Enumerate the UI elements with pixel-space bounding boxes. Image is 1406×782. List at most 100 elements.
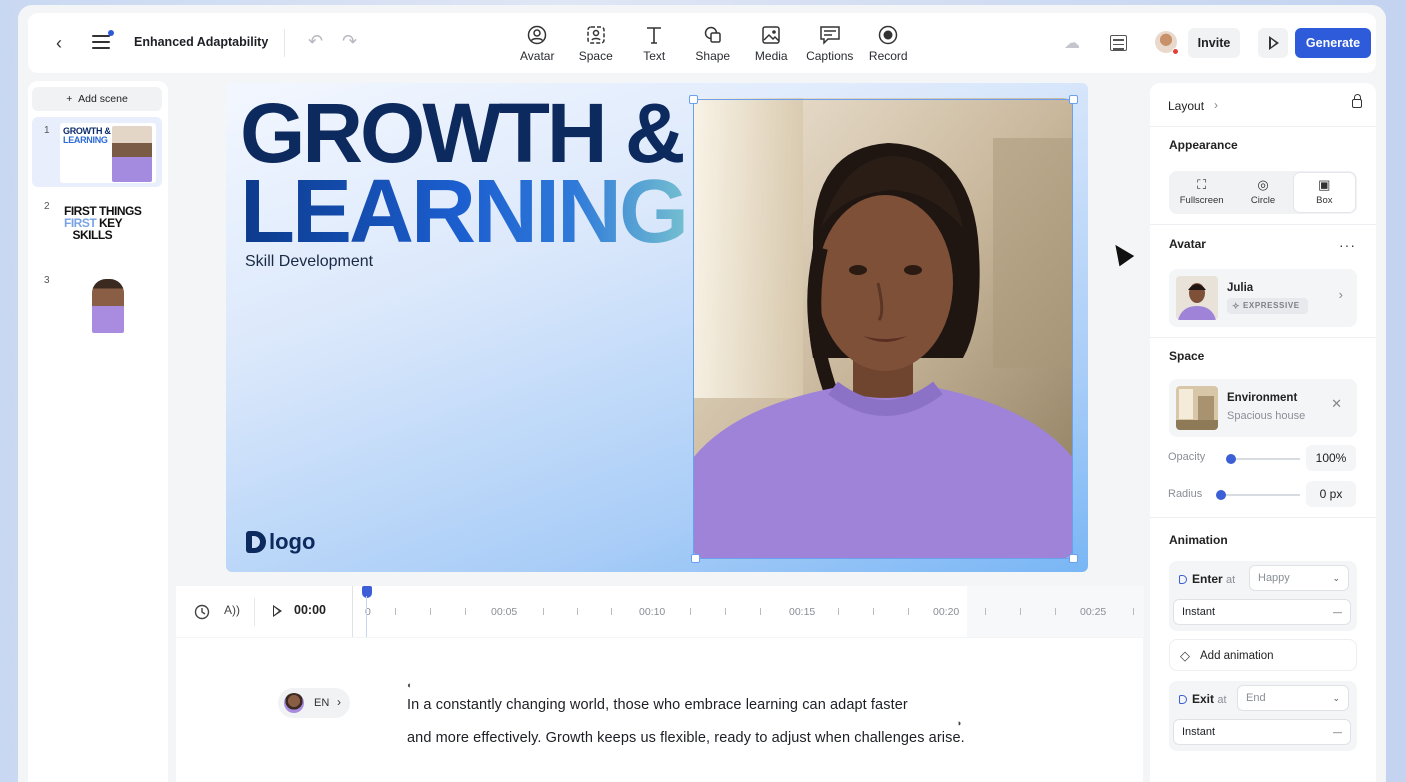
timeline-track[interactable]: 0 00:05 00:10 00:15 00:20 00:25 bbox=[352, 586, 1144, 637]
tick bbox=[873, 608, 874, 615]
radius-slider[interactable] bbox=[1216, 490, 1300, 500]
scene-number: 2 bbox=[44, 201, 50, 212]
project-title[interactable]: Enhanced Adaptability bbox=[134, 35, 268, 49]
play-icon[interactable] bbox=[273, 605, 282, 617]
invite-button[interactable]: Invite bbox=[1188, 28, 1240, 58]
thumb-avatar bbox=[112, 126, 152, 182]
tool-label: Avatar bbox=[520, 49, 555, 63]
redo-icon[interactable]: ↷ bbox=[342, 31, 357, 52]
tool-media[interactable]: Media bbox=[742, 23, 801, 63]
segment-start-icon[interactable]: ◐ bbox=[407, 680, 412, 690]
fullscreen-icon: ⛶ bbox=[1197, 177, 1207, 192]
canvas-title-line2[interactable]: LEARNING bbox=[240, 167, 689, 257]
script-line[interactable]: and more effectively. Growth keeps us fl… bbox=[407, 730, 965, 746]
speaker-selector[interactable]: EN › bbox=[278, 688, 350, 718]
exit-label: Exit at bbox=[1179, 692, 1227, 706]
avatar-icon bbox=[508, 23, 567, 47]
tool-space[interactable]: Space bbox=[567, 23, 626, 63]
environment-card[interactable]: Environment Spacious house ✕ bbox=[1169, 379, 1357, 437]
tool-avatar[interactable]: Avatar bbox=[508, 23, 567, 63]
add-animation-button[interactable]: Add animation bbox=[1169, 639, 1357, 672]
close-icon[interactable]: ✕ bbox=[1331, 396, 1342, 412]
scene-thumbnail bbox=[60, 273, 156, 333]
resize-handle[interactable] bbox=[689, 95, 698, 104]
add-scene-button[interactable]: + Add scene bbox=[32, 87, 162, 111]
appearance-box-option[interactable]: ▣ Box bbox=[1293, 173, 1355, 212]
exit-style-select[interactable]: Instant — bbox=[1173, 719, 1351, 745]
appearance-fullscreen-option[interactable]: ⛶ Fullscreen bbox=[1171, 173, 1232, 212]
scene-thumbnail: GROWTH & LEARNING bbox=[60, 123, 156, 183]
user-avatar[interactable] bbox=[1155, 31, 1179, 55]
slider-knob[interactable] bbox=[1226, 454, 1236, 464]
undo-icon[interactable]: ↶ bbox=[308, 31, 323, 52]
scene-item[interactable]: 1 GROWTH & LEARNING bbox=[32, 117, 162, 187]
exit-animation-box: Exit at End ⌄ Instant — bbox=[1169, 681, 1357, 751]
more-options-icon[interactable]: ··· bbox=[1339, 237, 1356, 253]
tick bbox=[395, 608, 396, 615]
tick bbox=[577, 608, 578, 615]
minus-icon: — bbox=[1333, 727, 1342, 737]
clock-icon[interactable] bbox=[194, 604, 210, 620]
hamburger-menu-icon[interactable] bbox=[92, 30, 114, 49]
opacity-label: Opacity bbox=[1168, 451, 1206, 463]
playhead[interactable] bbox=[362, 586, 372, 598]
tick bbox=[465, 608, 466, 615]
avatar-image bbox=[693, 98, 1073, 558]
scene-item[interactable]: 2 FIRST THINGS FIRST KEY SKILLS bbox=[32, 193, 162, 263]
generate-button[interactable]: Generate bbox=[1295, 28, 1371, 58]
avatar-name: Julia bbox=[1227, 282, 1254, 294]
tick-label: 00:25 bbox=[1080, 606, 1107, 618]
canvas-logo[interactable]: logo bbox=[246, 529, 315, 555]
tool-label: Media bbox=[754, 49, 788, 63]
scene-item[interactable]: 3 bbox=[32, 267, 162, 337]
insert-tools: Avatar Space Text Shape Media Captions R… bbox=[508, 23, 918, 63]
shape-icon bbox=[684, 23, 743, 47]
opacity-slider[interactable] bbox=[1226, 454, 1300, 464]
space-section-title: Space bbox=[1169, 349, 1205, 363]
avatar-card[interactable]: Julia EXPRESSIVE › bbox=[1169, 269, 1357, 327]
tool-shape[interactable]: Shape bbox=[684, 23, 743, 63]
script-editor[interactable]: EN › ◐ In a constantly changing world, t… bbox=[176, 638, 1143, 782]
tool-label: Shape bbox=[695, 49, 731, 63]
toolbar-divider bbox=[284, 29, 285, 57]
avatar-video[interactable] bbox=[693, 98, 1073, 558]
notes-icon[interactable] bbox=[1110, 35, 1127, 51]
tool-label: Record bbox=[868, 49, 908, 63]
chevron-right-icon: › bbox=[1338, 287, 1343, 302]
segment-end-icon[interactable]: ◑ bbox=[956, 718, 961, 728]
chevron-left-icon[interactable]: ‹ bbox=[56, 33, 62, 54]
add-scene-label: Add scene bbox=[78, 93, 128, 105]
exit-at-select[interactable]: End ⌄ bbox=[1237, 685, 1349, 711]
tool-captions[interactable]: Captions bbox=[801, 23, 860, 63]
canvas-subtitle[interactable]: Skill Development bbox=[245, 253, 373, 271]
space-icon bbox=[567, 23, 626, 47]
enter-at-select[interactable]: Happy ⌄ bbox=[1249, 565, 1349, 591]
resize-handle[interactable] bbox=[1069, 95, 1078, 104]
environment-sub: Spacious house bbox=[1227, 410, 1306, 422]
record-icon bbox=[859, 23, 918, 47]
preview-play-button[interactable] bbox=[1258, 28, 1288, 58]
scene-canvas[interactable]: GROWTH & LEARNING Skill Development logo bbox=[226, 83, 1088, 572]
script-line[interactable]: In a constantly changing world, those wh… bbox=[407, 697, 908, 713]
resize-handle[interactable] bbox=[691, 554, 700, 563]
voice-icon[interactable]: A)) bbox=[224, 603, 240, 617]
scenes-panel: + Add scene 1 GROWTH & LEARNING 2 FIRST T… bbox=[28, 81, 168, 782]
tool-text[interactable]: Text bbox=[625, 23, 684, 63]
radius-value[interactable]: 0 px bbox=[1306, 481, 1356, 507]
chevron-down-icon: ⌄ bbox=[1332, 693, 1340, 703]
resize-handle[interactable] bbox=[1069, 554, 1078, 563]
layout-row[interactable]: Layout › bbox=[1150, 83, 1376, 127]
enter-style-select[interactable]: Instant — bbox=[1173, 599, 1351, 625]
lock-icon[interactable] bbox=[1352, 94, 1362, 108]
tick bbox=[908, 608, 909, 615]
expressive-badge: EXPRESSIVE bbox=[1227, 298, 1308, 314]
tick bbox=[725, 608, 726, 615]
enter-icon bbox=[1179, 575, 1187, 584]
minus-icon: — bbox=[1333, 607, 1342, 617]
section-divider bbox=[1150, 517, 1376, 518]
appearance-circle-option[interactable]: ◎ Circle bbox=[1232, 173, 1293, 212]
slider-knob[interactable] bbox=[1216, 490, 1226, 500]
tool-record[interactable]: Record bbox=[859, 23, 918, 63]
tool-label: Text bbox=[643, 49, 666, 63]
opacity-value[interactable]: 100% bbox=[1306, 445, 1356, 471]
